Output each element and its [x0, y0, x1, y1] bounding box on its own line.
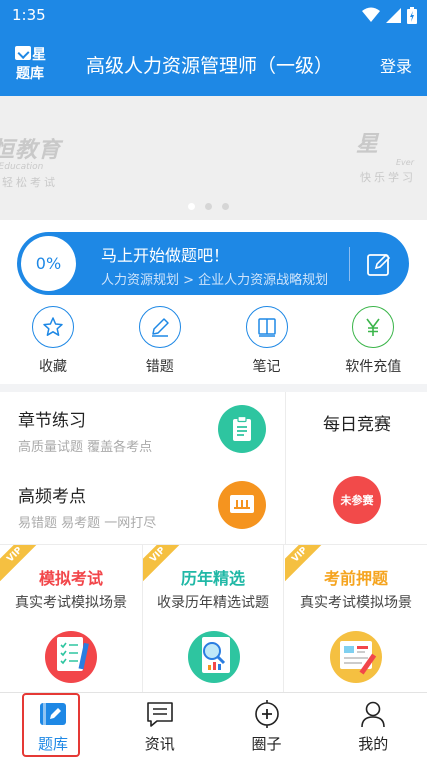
logo-mark-icon — [15, 46, 31, 60]
banner-right-sub: Ever — [396, 158, 414, 167]
frequent-points-title: 高频考点 — [18, 487, 86, 507]
carousel-dot[interactable] — [188, 203, 195, 210]
banner-right-brand: 星 — [356, 132, 379, 157]
circle-plus-icon — [254, 700, 279, 728]
nav-tab-community[interactable]: 圈子 — [214, 693, 321, 759]
status-time: 1:35 — [12, 6, 46, 24]
logo-text-1: 星 — [32, 47, 46, 63]
mock-exam-title: 模拟考试 — [38, 569, 103, 588]
start-practice-card[interactable]: 0% 马上开始做题吧！ 人力资源规划 > 企业人力资源战略规划 — [17, 232, 409, 295]
book-icon — [218, 481, 266, 529]
mock-exam-card[interactable]: VIP 模拟考试 真实考试模拟场景 — [0, 545, 142, 692]
progress-percent: 0% — [35, 254, 62, 273]
frequent-points-subtitle: 易错题 易考题 一网打尽 — [18, 516, 157, 531]
quick-action-label: 错题 — [145, 359, 174, 375]
login-button[interactable]: 登录 — [380, 53, 412, 77]
past-exams-card[interactable]: VIP 历年精选 收录历年精选试题 — [142, 545, 284, 692]
daily-contest-card[interactable]: 每日竞赛 未参赛 — [285, 392, 427, 544]
banner-slide-right: 星 Ever 快乐学习 — [356, 126, 416, 185]
start-practice-title: 马上开始做题吧！ — [101, 246, 230, 265]
exam-paper-icon — [330, 631, 382, 683]
past-exams-title: 历年精选 — [180, 569, 245, 588]
final-predictions-subtitle: 真实考试模拟场景 — [300, 595, 412, 611]
clipboard-icon — [218, 405, 266, 453]
question-bank-icon — [40, 703, 66, 725]
quick-action-wrong-questions[interactable]: 错题 — [107, 306, 214, 376]
banner-left-brand: 恒教育 — [0, 138, 62, 163]
carousel-dot[interactable] — [222, 203, 229, 210]
battery-icon — [407, 6, 417, 24]
nav-tab-news[interactable]: 资讯 — [107, 693, 214, 759]
daily-contest-title: 每日竞赛 — [323, 415, 391, 435]
chapter-practice-title: 章节练习 — [18, 411, 86, 431]
final-predictions-title: 考前押题 — [323, 569, 388, 588]
signal-icon — [386, 7, 401, 23]
quick-action-label: 笔记 — [252, 359, 281, 375]
page-title: 高级人力资源管理师（一级） — [86, 55, 334, 77]
nav-tab-label: 资讯 — [144, 735, 175, 753]
message-icon — [146, 702, 173, 727]
app-logo: 星 题库 — [15, 44, 55, 84]
final-predictions-card[interactable]: VIP 考前押题 真实考试模拟场景 — [285, 545, 427, 692]
quick-actions: 收藏 错题 笔记 软件充值 — [0, 306, 427, 376]
nav-tab-label: 题库 — [37, 735, 68, 753]
bottom-nav: 题库 资讯 圈子 我的 — [0, 692, 427, 759]
quick-action-label: 收藏 — [39, 359, 67, 375]
logo-text-2: 题库 — [16, 66, 44, 82]
nav-tab-label: 圈子 — [251, 735, 282, 753]
carousel-indicator — [188, 203, 229, 210]
magnifier-report-icon — [188, 631, 240, 683]
nav-tab-profile[interactable]: 我的 — [320, 693, 427, 759]
mock-exam-subtitle: 真实考试模拟场景 — [15, 595, 127, 611]
practice-grid: 章节练习 高质量试题 覆盖各考点 高频考点 易错题 易考题 一网打尽 每日竞赛 … — [0, 392, 427, 692]
banner-slide-left: 恒教育 r Education 轻松考试 — [0, 132, 61, 190]
carousel-dot[interactable] — [205, 203, 212, 210]
quick-action-notes[interactable]: 笔记 — [214, 306, 321, 376]
checklist-icon — [45, 631, 97, 683]
yen-icon — [352, 306, 395, 348]
quick-action-recharge[interactable]: 软件充值 — [320, 306, 427, 376]
nav-tab-label: 我的 — [358, 735, 389, 753]
notebook-icon — [245, 306, 288, 348]
banner-carousel[interactable]: 恒教育 r Education 轻松考试 星 Ever 快乐学习 — [0, 96, 427, 220]
wifi-icon — [362, 7, 380, 22]
quick-action-label: 软件充值 — [345, 359, 402, 375]
current-chapter-path: 人力资源规划 > 企业人力资源战略规划 — [101, 273, 329, 288]
pill-divider — [349, 247, 350, 281]
daily-contest-status-badge: 未参赛 — [333, 476, 381, 524]
past-exams-subtitle: 收录历年精选试题 — [157, 595, 269, 611]
status-icons — [362, 6, 417, 24]
banner-right-slogan: 快乐学习 — [360, 171, 416, 184]
banner-left-slogan: 轻松考试 — [2, 176, 58, 189]
chapter-practice-subtitle: 高质量试题 覆盖各考点 — [18, 440, 153, 455]
app-bar: 星 题库 高级人力资源管理师（一级） 登录 — [0, 30, 427, 96]
status-bar: 1:35 — [0, 0, 427, 30]
progress-ring: 0% — [21, 236, 76, 291]
star-icon — [32, 306, 74, 348]
frequent-points-card[interactable]: 高频考点 易错题 易考题 一网打尽 — [0, 468, 284, 544]
quick-action-favorites[interactable]: 收藏 — [0, 306, 107, 376]
chapter-practice-card[interactable]: 章节练习 高质量试题 覆盖各考点 — [0, 392, 284, 468]
progress-section: 0% 马上开始做题吧！ 人力资源规划 > 企业人力资源战略规划 收藏 错题 笔记… — [0, 220, 427, 384]
edit-icon[interactable] — [366, 251, 392, 277]
person-icon — [361, 701, 386, 728]
nav-tab-question-bank[interactable]: 题库 — [0, 693, 107, 759]
pencil-icon — [138, 306, 181, 348]
